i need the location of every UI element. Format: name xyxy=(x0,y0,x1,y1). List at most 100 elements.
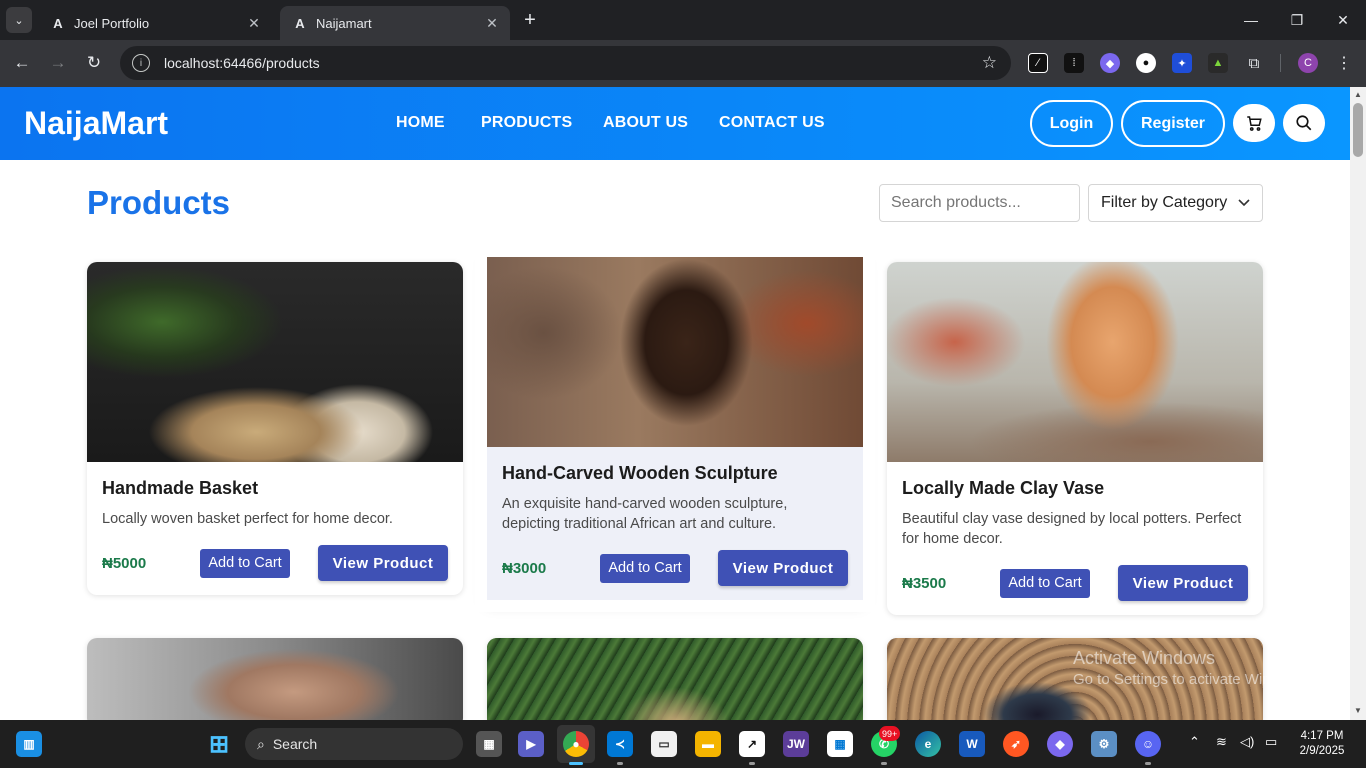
extension-icon[interactable]: ◆ xyxy=(1100,53,1120,73)
chevron-down-icon xyxy=(1238,196,1250,210)
windows-start-icon[interactable]: ⊞ xyxy=(206,731,232,758)
product-search-input[interactable] xyxy=(879,184,1080,222)
product-image[interactable] xyxy=(87,638,463,720)
nav-products[interactable]: PRODUCTS xyxy=(481,114,572,132)
address-bar[interactable]: i localhost:64466/products ☆ xyxy=(120,46,1011,80)
edge-icon[interactable]: e xyxy=(915,731,941,757)
view-product-button[interactable]: View Product xyxy=(718,550,848,586)
product-image[interactable] xyxy=(487,638,863,720)
product-card: Handmade Basket Locally woven basket per… xyxy=(87,262,463,595)
category-filter-select[interactable]: Filter by Category xyxy=(1088,184,1263,222)
file-explorer-icon[interactable]: ▬ xyxy=(695,731,721,757)
product-card xyxy=(487,638,863,720)
tab-search-button[interactable]: ⌄ xyxy=(6,7,32,33)
battery-icon[interactable]: ▭ xyxy=(1265,734,1277,750)
game-app-icon[interactable]: ◆ xyxy=(1047,731,1073,757)
bookmark-star-icon[interactable]: ☆ xyxy=(982,53,997,73)
browser-menu-icon[interactable]: ⋮ xyxy=(1334,50,1354,76)
view-product-button[interactable]: View Product xyxy=(318,545,448,581)
running-indicator xyxy=(617,762,623,765)
scroll-down-arrow[interactable]: ▼ xyxy=(1354,706,1362,715)
wifi-icon[interactable]: ≋ xyxy=(1216,734,1227,750)
minimize-button[interactable]: — xyxy=(1228,0,1274,40)
product-price: ₦3000 xyxy=(502,559,547,577)
profile-avatar[interactable]: C xyxy=(1298,53,1318,73)
product-image-basket[interactable] xyxy=(87,262,463,462)
postman-icon[interactable]: ➶ xyxy=(1003,731,1029,757)
word-icon[interactable]: W xyxy=(959,731,985,757)
scroll-up-arrow[interactable]: ▲ xyxy=(1354,90,1362,99)
task-view-icon[interactable]: ▦ xyxy=(476,731,502,757)
notification-badge: 99+ xyxy=(879,726,901,741)
search-icon[interactable] xyxy=(1283,104,1325,142)
add-to-cart-button[interactable]: Add to Cart xyxy=(1000,568,1090,598)
login-button[interactable]: Login xyxy=(1030,100,1113,147)
notepad-icon[interactable]: ▭ xyxy=(651,731,677,757)
add-to-cart-button[interactable]: Add to Cart xyxy=(600,553,690,583)
close-icon[interactable]: ✕ xyxy=(484,15,500,31)
reload-button[interactable]: ↻ xyxy=(81,50,107,76)
taskbar-search[interactable]: ⌕ Search xyxy=(245,728,463,760)
volume-icon[interactable]: ◁) xyxy=(1240,734,1254,750)
chrome-icon[interactable]: ● xyxy=(563,731,589,757)
nav-home[interactable]: HOME xyxy=(396,114,445,132)
extension-icon[interactable]: ⁄ xyxy=(1028,53,1048,73)
register-button[interactable]: Register xyxy=(1121,100,1225,147)
brand-logo[interactable]: NaijaMart xyxy=(24,105,168,142)
extensions-puzzle-icon[interactable]: ⧉ xyxy=(1244,53,1264,73)
stocks-app-icon[interactable]: ↗ xyxy=(739,731,765,757)
product-description: Beautiful clay vase designed by local po… xyxy=(902,511,1242,547)
discord-icon[interactable]: ☺ xyxy=(1135,731,1161,757)
running-indicator xyxy=(749,762,755,765)
angular-icon: A xyxy=(295,15,305,31)
scroll-thumb[interactable] xyxy=(1353,103,1363,157)
vscode-icon[interactable]: ≺ xyxy=(607,731,633,757)
view-product-button[interactable]: View Product xyxy=(1118,565,1248,601)
windows-activation-watermark: Activate Windows Go to Settings to activ… xyxy=(1073,647,1310,691)
product-price: ₦5000 xyxy=(102,554,147,572)
tab-title: Joel Portfolio xyxy=(74,15,150,31)
cart-icon[interactable] xyxy=(1233,104,1275,142)
product-description: Locally woven basket perfect for home de… xyxy=(102,511,393,527)
browser-tab-bar: ⌄ A Joel Portfolio ✕ A Naijamart ✕ + — ❐… xyxy=(0,0,1366,40)
teams-icon[interactable]: ▶ xyxy=(518,731,544,757)
clock-date: 2/9/2025 xyxy=(1299,745,1345,757)
forward-button[interactable]: → xyxy=(45,50,71,76)
app-icon[interactable]: ⚙ xyxy=(1091,731,1117,757)
system-clock[interactable]: 4:17 PM 2/9/2025 xyxy=(1290,729,1354,759)
tab-joel-portfolio[interactable]: A Joel Portfolio ✕ xyxy=(38,6,272,40)
new-tab-button[interactable]: + xyxy=(518,8,542,32)
product-card: Locally Made Clay Vase Beautiful clay va… xyxy=(887,262,1263,615)
window-close-button[interactable]: ✕ xyxy=(1320,0,1366,40)
browser-toolbar: ← → ↻ i localhost:64466/products ☆ ⁄ ⁞ ◆… xyxy=(0,40,1366,87)
microsoft-store-icon[interactable]: ▦ xyxy=(827,731,853,757)
toolbar-divider xyxy=(1280,54,1281,72)
site-header: NaijaMart HOME PRODUCTS ABOUT US CONTACT… xyxy=(0,87,1350,160)
widgets-icon[interactable]: ▥ xyxy=(16,731,42,757)
add-to-cart-button[interactable]: Add to Cart xyxy=(200,548,290,578)
jw-app-icon[interactable]: JW xyxy=(783,731,809,757)
product-card xyxy=(87,638,463,720)
running-indicator xyxy=(569,762,583,765)
chevron-up-icon[interactable]: ⌃ xyxy=(1189,734,1200,750)
page-scrollbar[interactable]: ▲ ▼ xyxy=(1350,87,1366,720)
extension-icon[interactable]: ▲ xyxy=(1208,53,1228,73)
extension-icon[interactable]: ⁞ xyxy=(1064,53,1084,73)
close-icon[interactable]: ✕ xyxy=(246,15,262,31)
tab-naijamart[interactable]: A Naijamart ✕ xyxy=(280,6,510,40)
search-icon: ⌕ xyxy=(257,735,265,752)
nav-about[interactable]: ABOUT US xyxy=(603,114,688,132)
extension-icon[interactable]: ● xyxy=(1136,53,1156,73)
url-text: localhost:64466/products xyxy=(164,55,320,71)
running-indicator xyxy=(881,762,887,765)
product-image-sculpture[interactable] xyxy=(487,257,863,447)
product-image-clay-vase[interactable] xyxy=(887,262,1263,462)
restore-button[interactable]: ❐ xyxy=(1274,0,1320,40)
back-button[interactable]: ← xyxy=(9,50,35,76)
clock-time: 4:17 PM xyxy=(1300,730,1344,742)
product-name: Locally Made Clay Vase xyxy=(902,478,1105,498)
product-price: ₦3500 xyxy=(902,574,947,592)
site-info-icon[interactable]: i xyxy=(132,54,150,72)
nav-contact[interactable]: CONTACT US xyxy=(719,114,825,132)
extension-icon[interactable]: ✦ xyxy=(1172,53,1192,73)
